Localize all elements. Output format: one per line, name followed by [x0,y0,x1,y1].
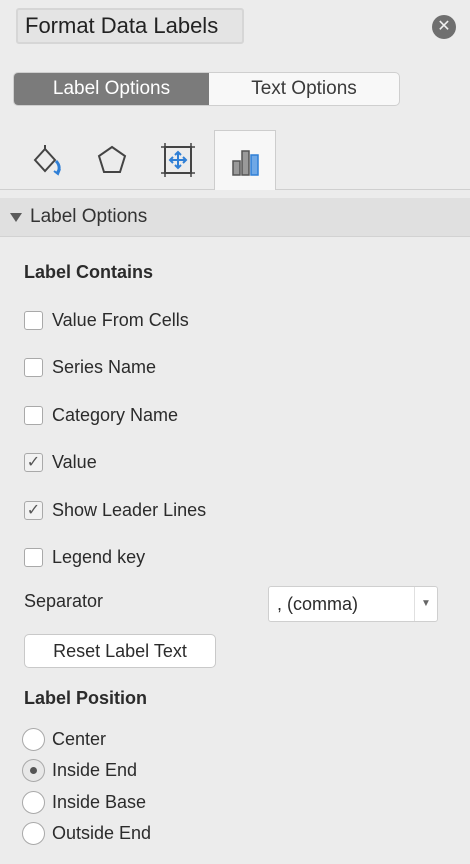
close-icon[interactable]: ✕ [432,15,456,39]
checkbox[interactable] [24,547,43,567]
checkbox-label: Category Name [52,404,179,425]
checkbox-series-name[interactable]: Series Name [24,355,156,379]
format-data-labels-pane: Format Data Labels ✕ Label Options Text … [0,0,470,864]
collapse-triangle-icon [10,212,22,222]
label-options-icon[interactable] [214,130,276,190]
radio-inside-base[interactable]: Inside Base [22,789,146,815]
effects-icon[interactable] [89,136,135,184]
radio-label: Inside Base [52,791,147,812]
radio-button[interactable] [22,821,45,845]
checkbox[interactable] [24,357,43,377]
checkbox-label: Series Name [52,356,157,377]
separator-value: , (comma) [277,594,358,614]
pane-title: Format Data Labels [16,8,244,44]
radio-center[interactable]: Center [22,726,106,752]
checkbox-legend-key[interactable]: Legend key [24,545,145,569]
tab-label-options[interactable]: Label Options [14,73,209,105]
size-properties-icon[interactable] [155,136,201,184]
radio-button[interactable] [22,758,45,782]
radio-label: Center [52,728,107,749]
checkbox-label: Legend key [52,546,146,567]
checkbox-category-name[interactable]: Category Name [24,403,178,427]
reset-label-text-button[interactable]: Reset Label Text [24,634,216,668]
section-title: Label Options [30,206,148,227]
checkbox[interactable] [24,310,43,330]
radio-button[interactable] [22,790,45,814]
label-options-section-header[interactable]: Label Options [0,198,470,237]
radio-button[interactable] [22,727,45,751]
options-tab-switcher: Label Options Text Options [13,72,400,106]
label-position-heading: Label Position [24,688,148,708]
checkbox[interactable] [24,405,43,425]
radio-label: Inside End [52,759,138,780]
checkbox-value[interactable]: ✓ Value [24,450,97,474]
checkbox-show-leader-lines[interactable]: ✓ Show Leader Lines [24,498,206,522]
checkbox-label: Value From Cells [52,309,189,330]
checkbox-value-from-cells[interactable]: Value From Cells [24,308,189,332]
checkbox-label: Value [52,451,97,472]
checkbox-label: Show Leader Lines [52,499,207,520]
checkmark-icon[interactable]: ✓ [24,500,43,520]
label-contains-heading: Label Contains [24,262,154,282]
radio-inside-end[interactable]: Inside End [22,757,137,783]
radio-label: Outside End [52,822,152,843]
checkmark-icon[interactable]: ✓ [24,452,43,472]
fill-line-icon[interactable] [24,136,70,184]
tab-text-options[interactable]: Text Options [209,73,399,105]
radio-outside-end[interactable]: Outside End [22,820,151,846]
chevron-down-icon[interactable]: ▼ [414,587,437,621]
separator-dropdown[interactable]: , (comma) ▼ [268,586,438,622]
separator-label: Separator [24,591,104,611]
